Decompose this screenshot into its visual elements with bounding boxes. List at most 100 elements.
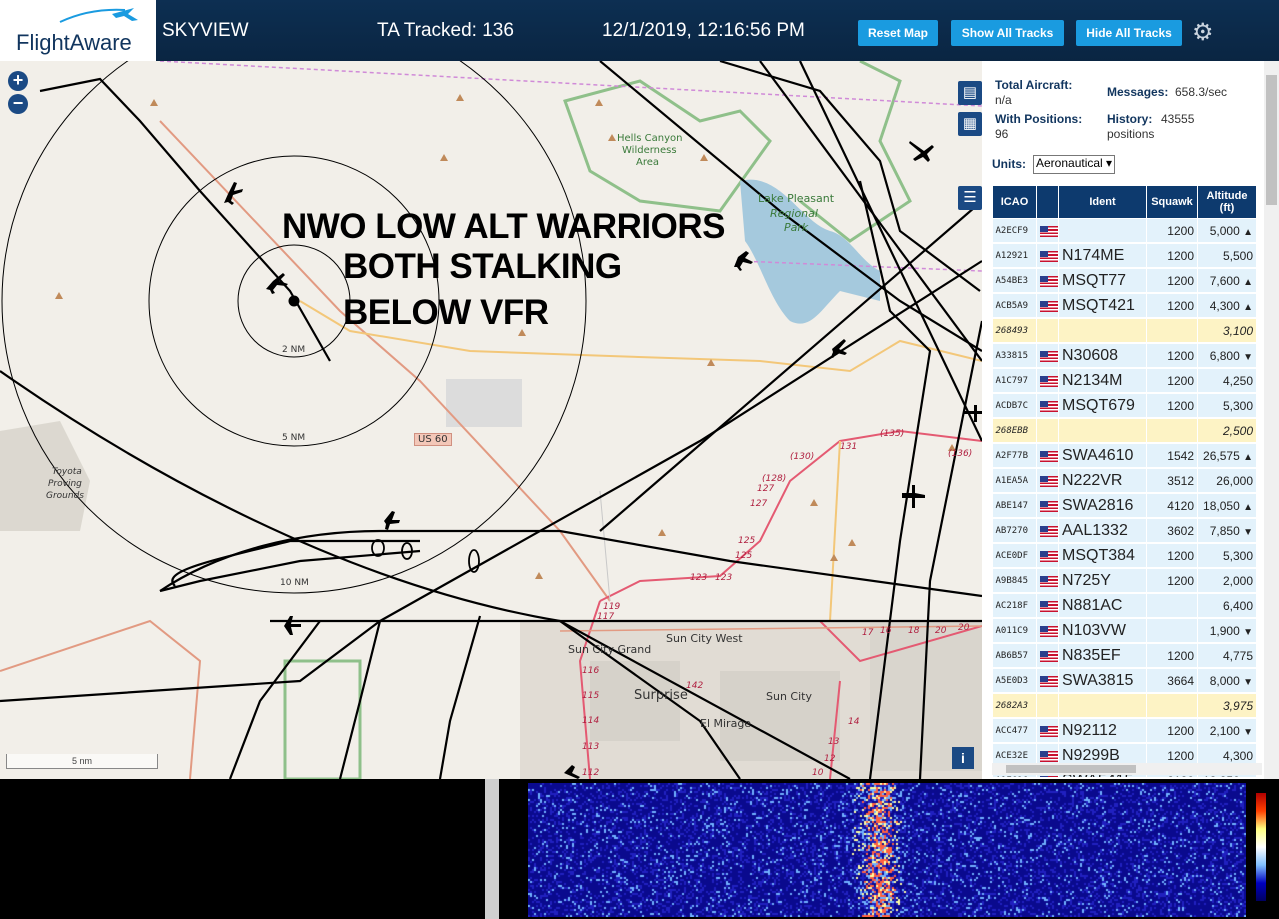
icao-cell: AC218F: [992, 593, 1037, 619]
altitude-value: 4,300: [1222, 748, 1253, 763]
map-label: Regional: [770, 207, 818, 220]
table-row[interactable]: 2682A3 3,975: [992, 693, 1256, 719]
table-row[interactable]: A011C9 N103VW 1,900 ▼: [992, 618, 1256, 644]
flag-cell: [1036, 518, 1059, 544]
us-flag-icon: [1040, 450, 1058, 462]
table-row[interactable]: ACC477 N92112 1200 2,100 ▼: [992, 718, 1256, 744]
panel-divider[interactable]: [485, 779, 499, 919]
datetime: 12/1/2019, 12:16:56 PM: [602, 20, 805, 41]
col-altitude[interactable]: Altitude (ft): [1197, 185, 1256, 219]
us-flag-icon: [1040, 550, 1058, 562]
trend-icon: ▼: [1243, 676, 1253, 688]
col-flag[interactable]: [1036, 185, 1059, 219]
table-row[interactable]: 268493 3,100: [992, 318, 1256, 344]
zoom-in-button[interactable]: +: [8, 71, 28, 91]
table-row[interactable]: A2ECF9 1200 5,000 ▲: [992, 218, 1256, 244]
col-icao[interactable]: ICAO: [992, 185, 1037, 219]
svg-text:18: 18: [908, 626, 920, 636]
svg-text:10: 10: [812, 768, 824, 778]
svg-text:125: 125: [738, 536, 755, 546]
map-layers-icon[interactable]: ▤: [958, 81, 982, 105]
col-ident[interactable]: Ident: [1058, 185, 1147, 219]
altitude-value: 5,000: [1209, 223, 1240, 238]
table-row[interactable]: A54BE3 MSQT77 1200 7,600 ▲: [992, 268, 1256, 294]
svg-text:20: 20: [958, 623, 970, 633]
range-label: 2 NM: [282, 345, 306, 355]
altitude-value: 7,850: [1209, 523, 1240, 538]
info-icon[interactable]: i: [952, 747, 974, 769]
reset-map-button[interactable]: Reset Map: [858, 20, 938, 46]
altitude-value: 6,800: [1209, 348, 1240, 363]
table-row[interactable]: AC218F N881AC 6,400: [992, 593, 1256, 619]
ident-cell: [1058, 418, 1147, 444]
altitude-cell: 5,000 ▲: [1197, 218, 1256, 244]
altitude-value: 6,400: [1222, 598, 1253, 613]
ident-cell: N725Y: [1058, 568, 1147, 594]
squawk-cell: 1200: [1146, 568, 1198, 594]
svg-text:12: 12: [824, 754, 836, 764]
map-view[interactable]: 131 (135) (130) (128) 127 127 125 125 123 123 1…: [0, 61, 982, 779]
scroll-thumb[interactable]: [1266, 75, 1277, 205]
table-row[interactable]: A5E0D3 SWA3815 3664 8,000 ▼: [992, 668, 1256, 694]
squawk-cell: 4120: [1146, 493, 1198, 519]
altitude-cell: 2,000: [1197, 568, 1256, 594]
col-squawk[interactable]: Squawk: [1146, 185, 1198, 219]
trend-icon: ▲: [1243, 301, 1253, 313]
ident-cell: AAL1332: [1058, 518, 1147, 544]
ident-cell: [1058, 218, 1147, 244]
map-label: Grounds: [46, 491, 84, 501]
flag-cell: [1036, 468, 1059, 494]
zoom-out-button[interactable]: −: [8, 94, 28, 114]
gear-icon[interactable]: ⚙: [1192, 18, 1214, 47]
flag-cell: [1036, 443, 1059, 469]
flag-cell: [1036, 643, 1059, 669]
ident-cell: N881AC: [1058, 593, 1147, 619]
aircraft-table-container[interactable]: ICAO Ident Squawk Altitude (ft) A2ECF9 12…: [992, 185, 1256, 777]
flightaware-logo[interactable]: FlightAware: [0, 0, 156, 61]
icao-cell: A011C9: [992, 618, 1037, 644]
show-all-tracks-button[interactable]: Show All Tracks: [951, 20, 1064, 46]
annotation-line-3: BELOW VFR: [343, 293, 549, 332]
squawk-cell: 1200: [1146, 343, 1198, 369]
top-header: FlightAware SKYVIEW TA Tracked: 136 12/1…: [0, 0, 1279, 61]
horizontal-scrollbar[interactable]: [992, 763, 1262, 775]
svg-text:(135): (135): [880, 429, 904, 439]
highway-shield: US 60: [414, 433, 452, 446]
table-row[interactable]: A12921 N174ME 1200 5,500: [992, 243, 1256, 269]
scroll-thumb[interactable]: [1006, 765, 1136, 773]
table-row[interactable]: ACB5A9 MSQT421 1200 4,300 ▲: [992, 293, 1256, 319]
flag-cell: [1036, 418, 1059, 444]
map-label: Proving: [48, 479, 82, 489]
aircraft-sidebar: Total Aircraft: n/a Messages: 658.3/sec …: [982, 61, 1279, 779]
table-row[interactable]: A9B845 N725Y 1200 2,000: [992, 568, 1256, 594]
squawk-cell: [1146, 318, 1198, 344]
columns-icon[interactable]: ☰: [958, 186, 982, 210]
map-label: Area: [636, 157, 660, 168]
icao-cell: A9B845: [992, 568, 1037, 594]
table-row[interactable]: A1C797 N2134M 1200 4,250: [992, 368, 1256, 394]
table-row[interactable]: A2F77B SWA4610 1542 26,575 ▲: [992, 443, 1256, 469]
trend-icon: ▼: [1243, 726, 1253, 738]
hide-all-tracks-button[interactable]: Hide All Tracks: [1076, 20, 1182, 46]
table-row[interactable]: ACDB7C MSQT679 1200 5,300: [992, 393, 1256, 419]
icao-cell: A54BE3: [992, 268, 1037, 294]
table-row[interactable]: AB6B57 N835EF 1200 4,775: [992, 643, 1256, 669]
table-row[interactable]: A1EA5A N222VR 3512 26,000: [992, 468, 1256, 494]
vertical-scrollbar[interactable]: [1264, 61, 1279, 779]
table-row[interactable]: AB7270 AAL1332 3602 7,850 ▼: [992, 518, 1256, 544]
squawk-cell: 1200: [1146, 293, 1198, 319]
table-row[interactable]: A33815 N30608 1200 6,800 ▼: [992, 343, 1256, 369]
units-select[interactable]: Aeronautical ▾: [1033, 155, 1116, 174]
total-aircraft-value: n/a: [995, 93, 1012, 107]
trend-icon: ▼: [1243, 626, 1253, 638]
range-label: 5 NM: [282, 433, 306, 443]
table-row[interactable]: ABE147 SWA2816 4120 18,050 ▲: [992, 493, 1256, 519]
scale-bar: 5 nm: [6, 754, 158, 769]
table-row[interactable]: 268EBB 2,500: [992, 418, 1256, 444]
svg-text:115: 115: [582, 691, 599, 701]
grid-icon[interactable]: ▦: [958, 112, 982, 136]
svg-text:113: 113: [582, 742, 599, 752]
table-row[interactable]: ACE0DF MSQT384 1200 5,300: [992, 543, 1256, 569]
icao-cell: A1C797: [992, 368, 1037, 394]
us-flag-icon: [1040, 275, 1058, 287]
